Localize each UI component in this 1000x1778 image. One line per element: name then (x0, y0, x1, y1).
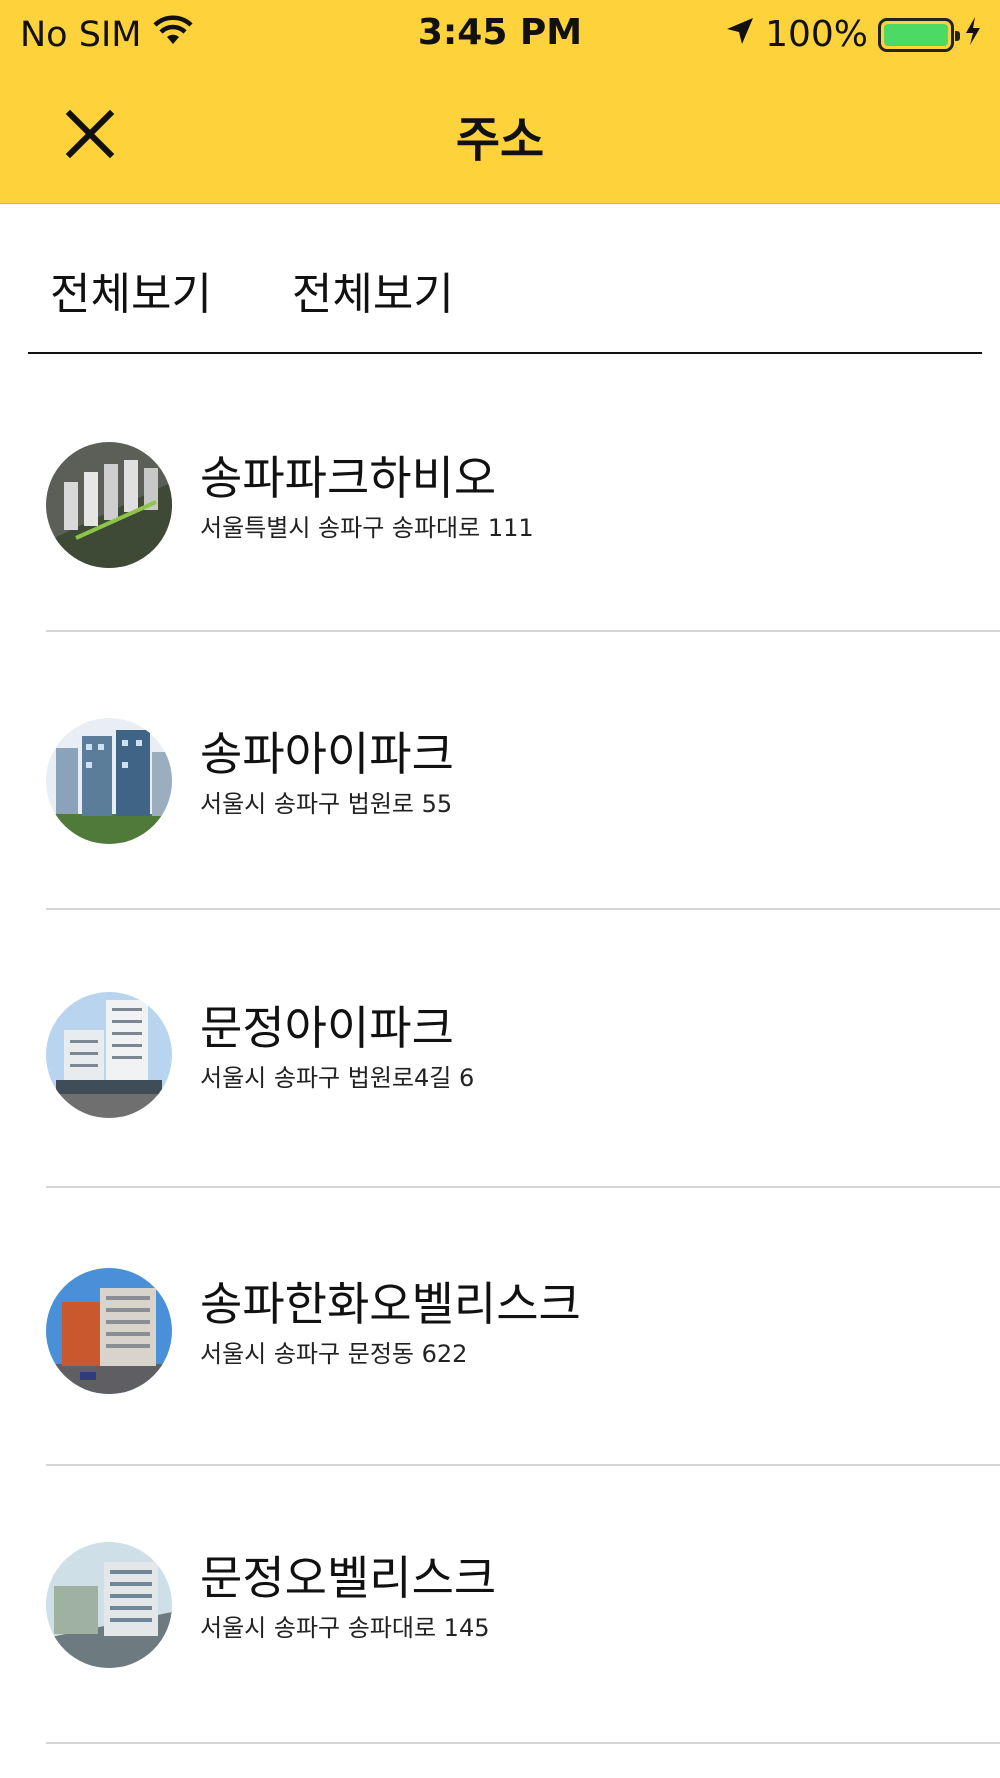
building-thumbnail (46, 1542, 172, 1668)
battery-icon (878, 17, 960, 52)
item-name: 송파한화오벨리스크 (200, 1277, 581, 1331)
building-list: 송파파크하비오 서울특별시 송파구 송파대로 111 송파아이파크 서울시 송파… (0, 354, 1000, 1744)
charging-bolt-icon (964, 14, 982, 55)
battery-percent: 100% (765, 14, 868, 55)
page-title: 주소 (455, 112, 545, 168)
status-bar: No SIM 3:45 PM 100% (0, 0, 1000, 70)
list-item[interactable]: 문정아이파크 서울시 송파구 법원로4길 6 (0, 910, 1000, 1188)
item-name: 문정아이파크 (200, 1001, 454, 1055)
item-name: 문정오벨리스크 (200, 1551, 497, 1605)
building-thumbnail (46, 718, 172, 844)
building-thumbnail (46, 442, 172, 568)
item-name: 송파파크하비오 (200, 451, 497, 505)
item-name: 송파아이파크 (200, 727, 454, 781)
status-right: 100% (725, 14, 982, 55)
item-address: 서울시 송파구 문정동 622 (200, 1340, 468, 1368)
divider (46, 1742, 1000, 1744)
building-thumbnail (46, 992, 172, 1118)
app-header: No SIM 3:45 PM 100% 주소 (0, 0, 1000, 204)
item-address: 서울특별시 송파구 송파대로 111 (200, 514, 534, 542)
list-item[interactable]: 송파한화오벨리스크 서울시 송파구 문정동 622 (0, 1188, 1000, 1466)
filter-tab-2[interactable]: 전체보기 (292, 258, 454, 352)
item-address: 서울시 송파구 법원로 55 (200, 790, 453, 818)
location-arrow-icon (725, 14, 755, 55)
item-address: 서울시 송파구 송파대로 145 (200, 1614, 490, 1642)
filter-tab-1[interactable]: 전체보기 (50, 258, 212, 352)
list-item[interactable]: 송파아이파크 서울시 송파구 법원로 55 (0, 632, 1000, 910)
list-item[interactable]: 송파파크하비오 서울특별시 송파구 송파대로 111 (0, 354, 1000, 632)
filter-bar: 전체보기 전체보기 (28, 258, 982, 354)
building-thumbnail (46, 1268, 172, 1394)
list-item[interactable]: 문정오벨리스크 서울시 송파구 송파대로 145 (0, 1466, 1000, 1744)
item-address: 서울시 송파구 법원로4길 6 (200, 1064, 475, 1092)
